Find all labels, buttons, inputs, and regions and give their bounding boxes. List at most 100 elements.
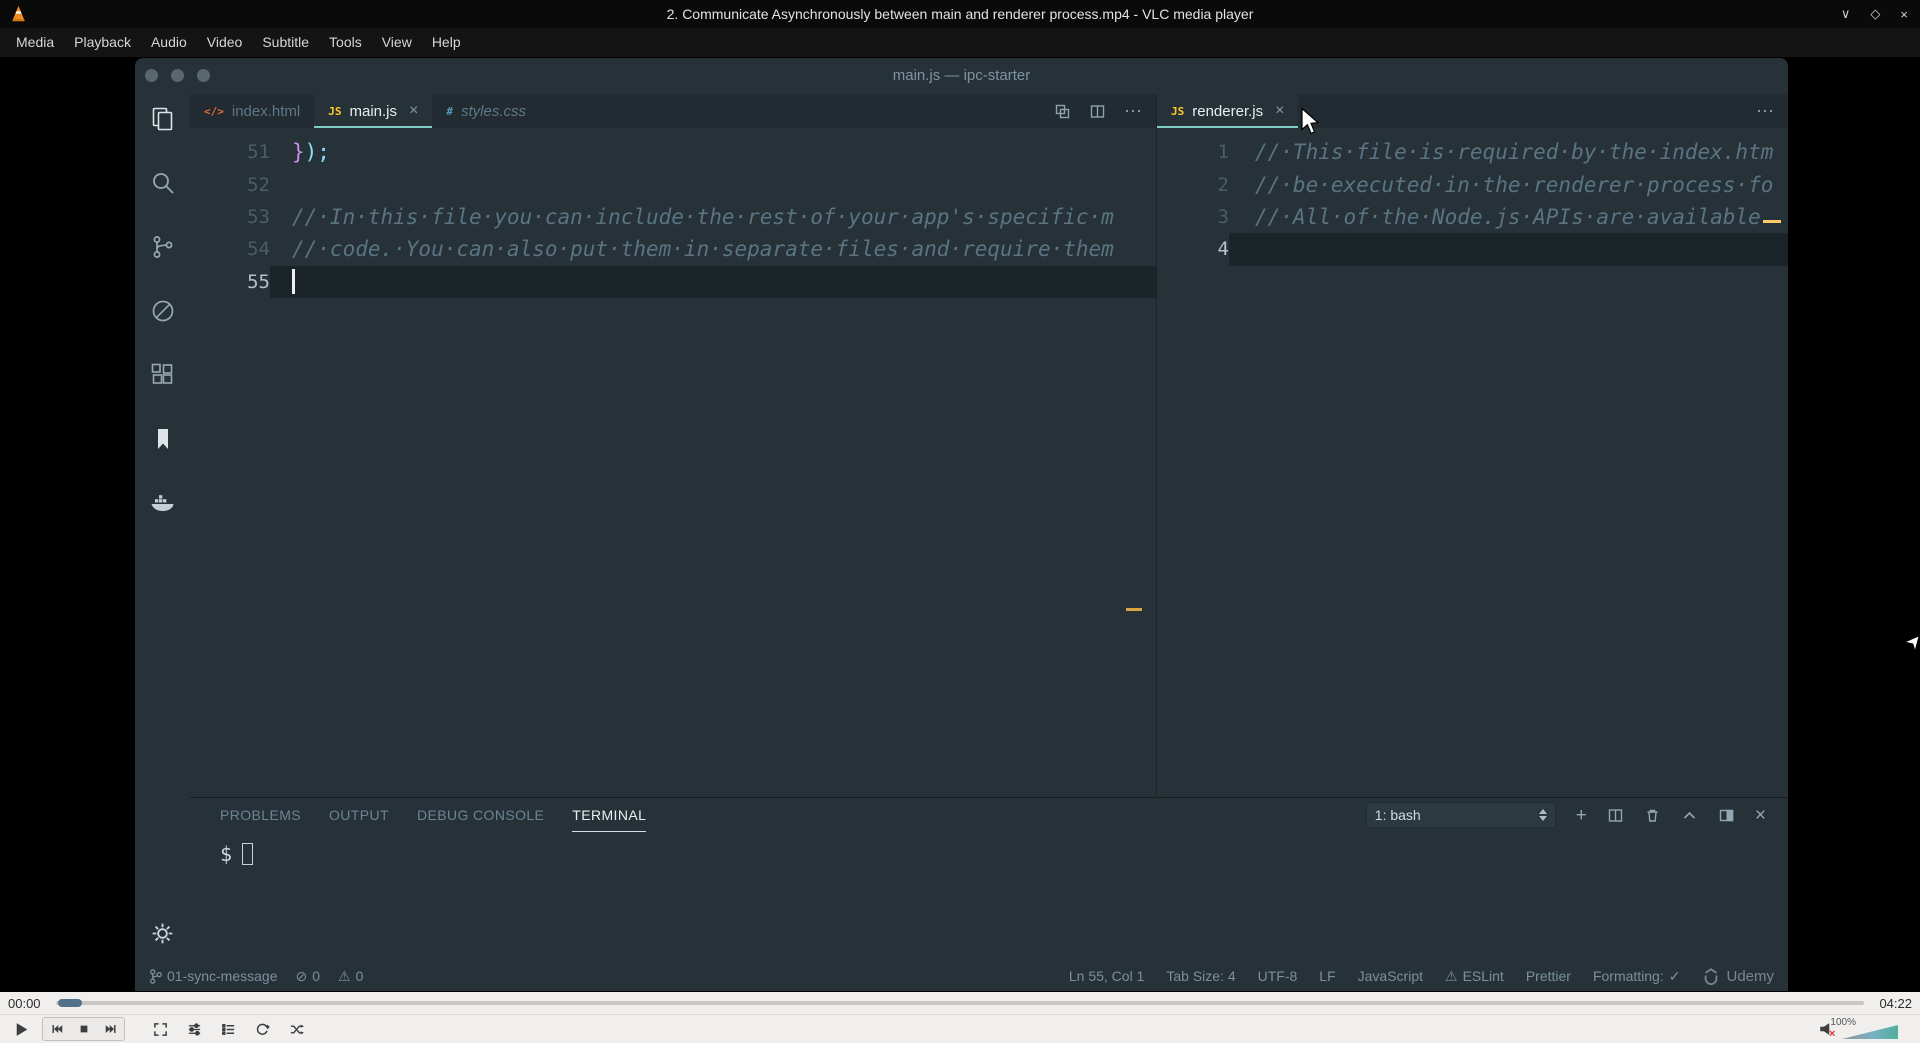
minimize-button[interactable]: ∨	[1841, 6, 1851, 22]
tab-size-status[interactable]: Tab Size: 4	[1166, 968, 1235, 984]
vscode-window-title: main.js — ipc-starter	[892, 67, 1031, 84]
volume-percent: 100%	[1830, 1017, 1856, 1028]
html-file-icon: </>	[204, 104, 224, 118]
new-terminal-icon[interactable]: +	[1576, 806, 1587, 825]
extensions-icon[interactable]	[149, 361, 177, 389]
edge-mouse-cursor	[1903, 635, 1920, 657]
terminal-prompt: $	[220, 842, 233, 866]
close-panel-icon[interactable]: ×	[1755, 806, 1766, 825]
js-file-icon: JS	[328, 104, 342, 118]
traffic-close-icon[interactable]	[145, 69, 158, 82]
warning-count[interactable]: ⚠ 0	[338, 968, 363, 985]
encoding-status[interactable]: UTF-8	[1258, 968, 1298, 984]
menu-help[interactable]: Help	[422, 28, 471, 57]
split-editor-icon[interactable]	[1089, 103, 1106, 120]
cursor-position-status[interactable]: Ln 55, Col 1	[1069, 968, 1145, 984]
docker-icon[interactable]	[149, 489, 177, 517]
fullscreen-button[interactable]	[147, 1017, 173, 1041]
move-panel-icon[interactable]	[1718, 807, 1735, 824]
menu-tools[interactable]: Tools	[319, 28, 372, 57]
menu-audio[interactable]: Audio	[141, 28, 197, 57]
eslint-status[interactable]: ⚠ ESLint	[1445, 968, 1504, 985]
overview-ruler-marker	[1126, 608, 1142, 611]
css-file-icon: #	[446, 104, 453, 118]
menu-subtitle[interactable]: Subtitle	[252, 28, 319, 57]
tab-debug-console[interactable]: DEBUG CONSOLE	[417, 798, 544, 832]
loop-button[interactable]	[249, 1017, 275, 1041]
eol-status[interactable]: LF	[1319, 968, 1335, 984]
window-title: 2. Communicate Asynchronously between ma…	[666, 6, 1254, 22]
close-tab-icon[interactable]: ×	[1275, 102, 1284, 120]
editor-group-left: </> index.html JS main.js × # styles.css	[190, 94, 1157, 797]
text-cursor	[292, 269, 295, 295]
bottom-panel: PROBLEMS OUTPUT DEBUG CONSOLE TERMINAL 1…	[190, 797, 1788, 961]
vscode-window: main.js — ipc-starter </> index.html JS …	[135, 58, 1788, 991]
code-line-active: 55	[190, 265, 1156, 298]
previous-button[interactable]	[43, 1018, 70, 1040]
playlist-button[interactable]	[215, 1017, 241, 1041]
error-icon: ⊘	[295, 967, 308, 984]
code-line: 54 //·code.·You·can·also·put·them·in·sep…	[247, 237, 1114, 262]
menu-view[interactable]: View	[372, 28, 422, 57]
traffic-minimize-icon[interactable]	[171, 69, 184, 82]
debug-icon[interactable]	[149, 297, 177, 325]
formatting-status[interactable]: Formatting: ✓	[1593, 968, 1681, 985]
prettier-status[interactable]: Prettier	[1526, 968, 1571, 984]
total-time: 04:22	[1879, 995, 1912, 1011]
open-changes-icon[interactable]	[1054, 103, 1071, 120]
menu-video[interactable]: Video	[197, 28, 253, 57]
vlc-menubar: Media Playback Audio Video Subtitle Tool…	[0, 28, 1920, 57]
warning-icon: ⚠	[338, 967, 351, 984]
branch-status[interactable]: 01-sync-message	[149, 968, 278, 985]
udemy-watermark: Udemy	[1702, 967, 1774, 985]
vlc-controls: × 100%	[0, 1014, 1920, 1043]
code-line: 3 //·All·of·the·Node.js·APIs·are·availab…	[1217, 204, 1761, 229]
status-bar: 01-sync-message ⊘ 0 ⚠ 0 Ln 55, Col 1 Tab…	[135, 961, 1788, 991]
more-actions-icon[interactable]: ⋯	[1124, 101, 1142, 122]
tab-styles-css[interactable]: # styles.css	[432, 94, 540, 128]
editor-main-js[interactable]: 51 }); 52 53 //·In·this·file·you·can·inc…	[190, 128, 1156, 797]
select-arrows-icon	[1538, 809, 1547, 821]
tab-index-html[interactable]: </> index.html	[190, 94, 314, 128]
split-terminal-icon[interactable]	[1607, 807, 1624, 824]
seek-slider[interactable]	[56, 999, 1864, 1007]
eslint-warning-icon: ⚠	[1445, 967, 1458, 984]
more-actions-icon[interactable]: ⋯	[1756, 101, 1774, 122]
tab-output[interactable]: OUTPUT	[329, 798, 389, 832]
close-tab-icon[interactable]: ×	[409, 102, 418, 120]
udemy-logo-icon	[1705, 968, 1718, 985]
error-count[interactable]: ⊘ 0	[296, 968, 321, 985]
maximize-panel-icon[interactable]	[1681, 807, 1698, 824]
transport-group	[42, 1017, 125, 1041]
traffic-zoom-icon[interactable]	[197, 69, 210, 82]
tab-terminal[interactable]: TERMINAL	[572, 798, 647, 832]
menu-playback[interactable]: Playback	[64, 28, 141, 57]
bookmarks-icon[interactable]	[149, 425, 177, 453]
play-button[interactable]	[8, 1017, 34, 1041]
settings-gear-icon[interactable]	[149, 919, 177, 947]
volume-control[interactable]: × 100%	[1818, 1015, 1912, 1043]
source-control-icon[interactable]	[149, 233, 177, 261]
terminal[interactable]: $	[190, 832, 1788, 961]
activity-bar	[135, 94, 190, 961]
search-icon[interactable]	[149, 169, 177, 197]
editor-renderer-js[interactable]: 1 //·This·file·is·required·by·the·index.…	[1157, 128, 1788, 797]
terminal-shell-select[interactable]: 1: bash	[1365, 802, 1556, 828]
extended-settings-button[interactable]	[181, 1017, 207, 1041]
maximize-button[interactable]: ◇	[1870, 6, 1880, 22]
close-button[interactable]: ×	[1900, 7, 1908, 22]
kill-terminal-icon[interactable]	[1644, 807, 1661, 824]
seek-handle[interactable]	[58, 999, 82, 1007]
shuffle-button[interactable]	[283, 1017, 309, 1041]
video-canvas[interactable]: main.js — ipc-starter </> index.html JS …	[0, 57, 1920, 992]
tab-problems[interactable]: PROBLEMS	[220, 798, 301, 832]
code-line-active: 4	[1157, 233, 1788, 266]
stop-button[interactable]	[70, 1018, 97, 1040]
next-button[interactable]	[97, 1018, 124, 1040]
tab-renderer-js[interactable]: JS renderer.js ×	[1157, 94, 1299, 128]
tabbar-right: JS renderer.js × ⋯	[1157, 94, 1788, 128]
explorer-icon[interactable]	[149, 105, 177, 133]
tab-main-js[interactable]: JS main.js ×	[314, 94, 433, 128]
language-status[interactable]: JavaScript	[1358, 968, 1423, 984]
menu-media[interactable]: Media	[6, 28, 64, 57]
